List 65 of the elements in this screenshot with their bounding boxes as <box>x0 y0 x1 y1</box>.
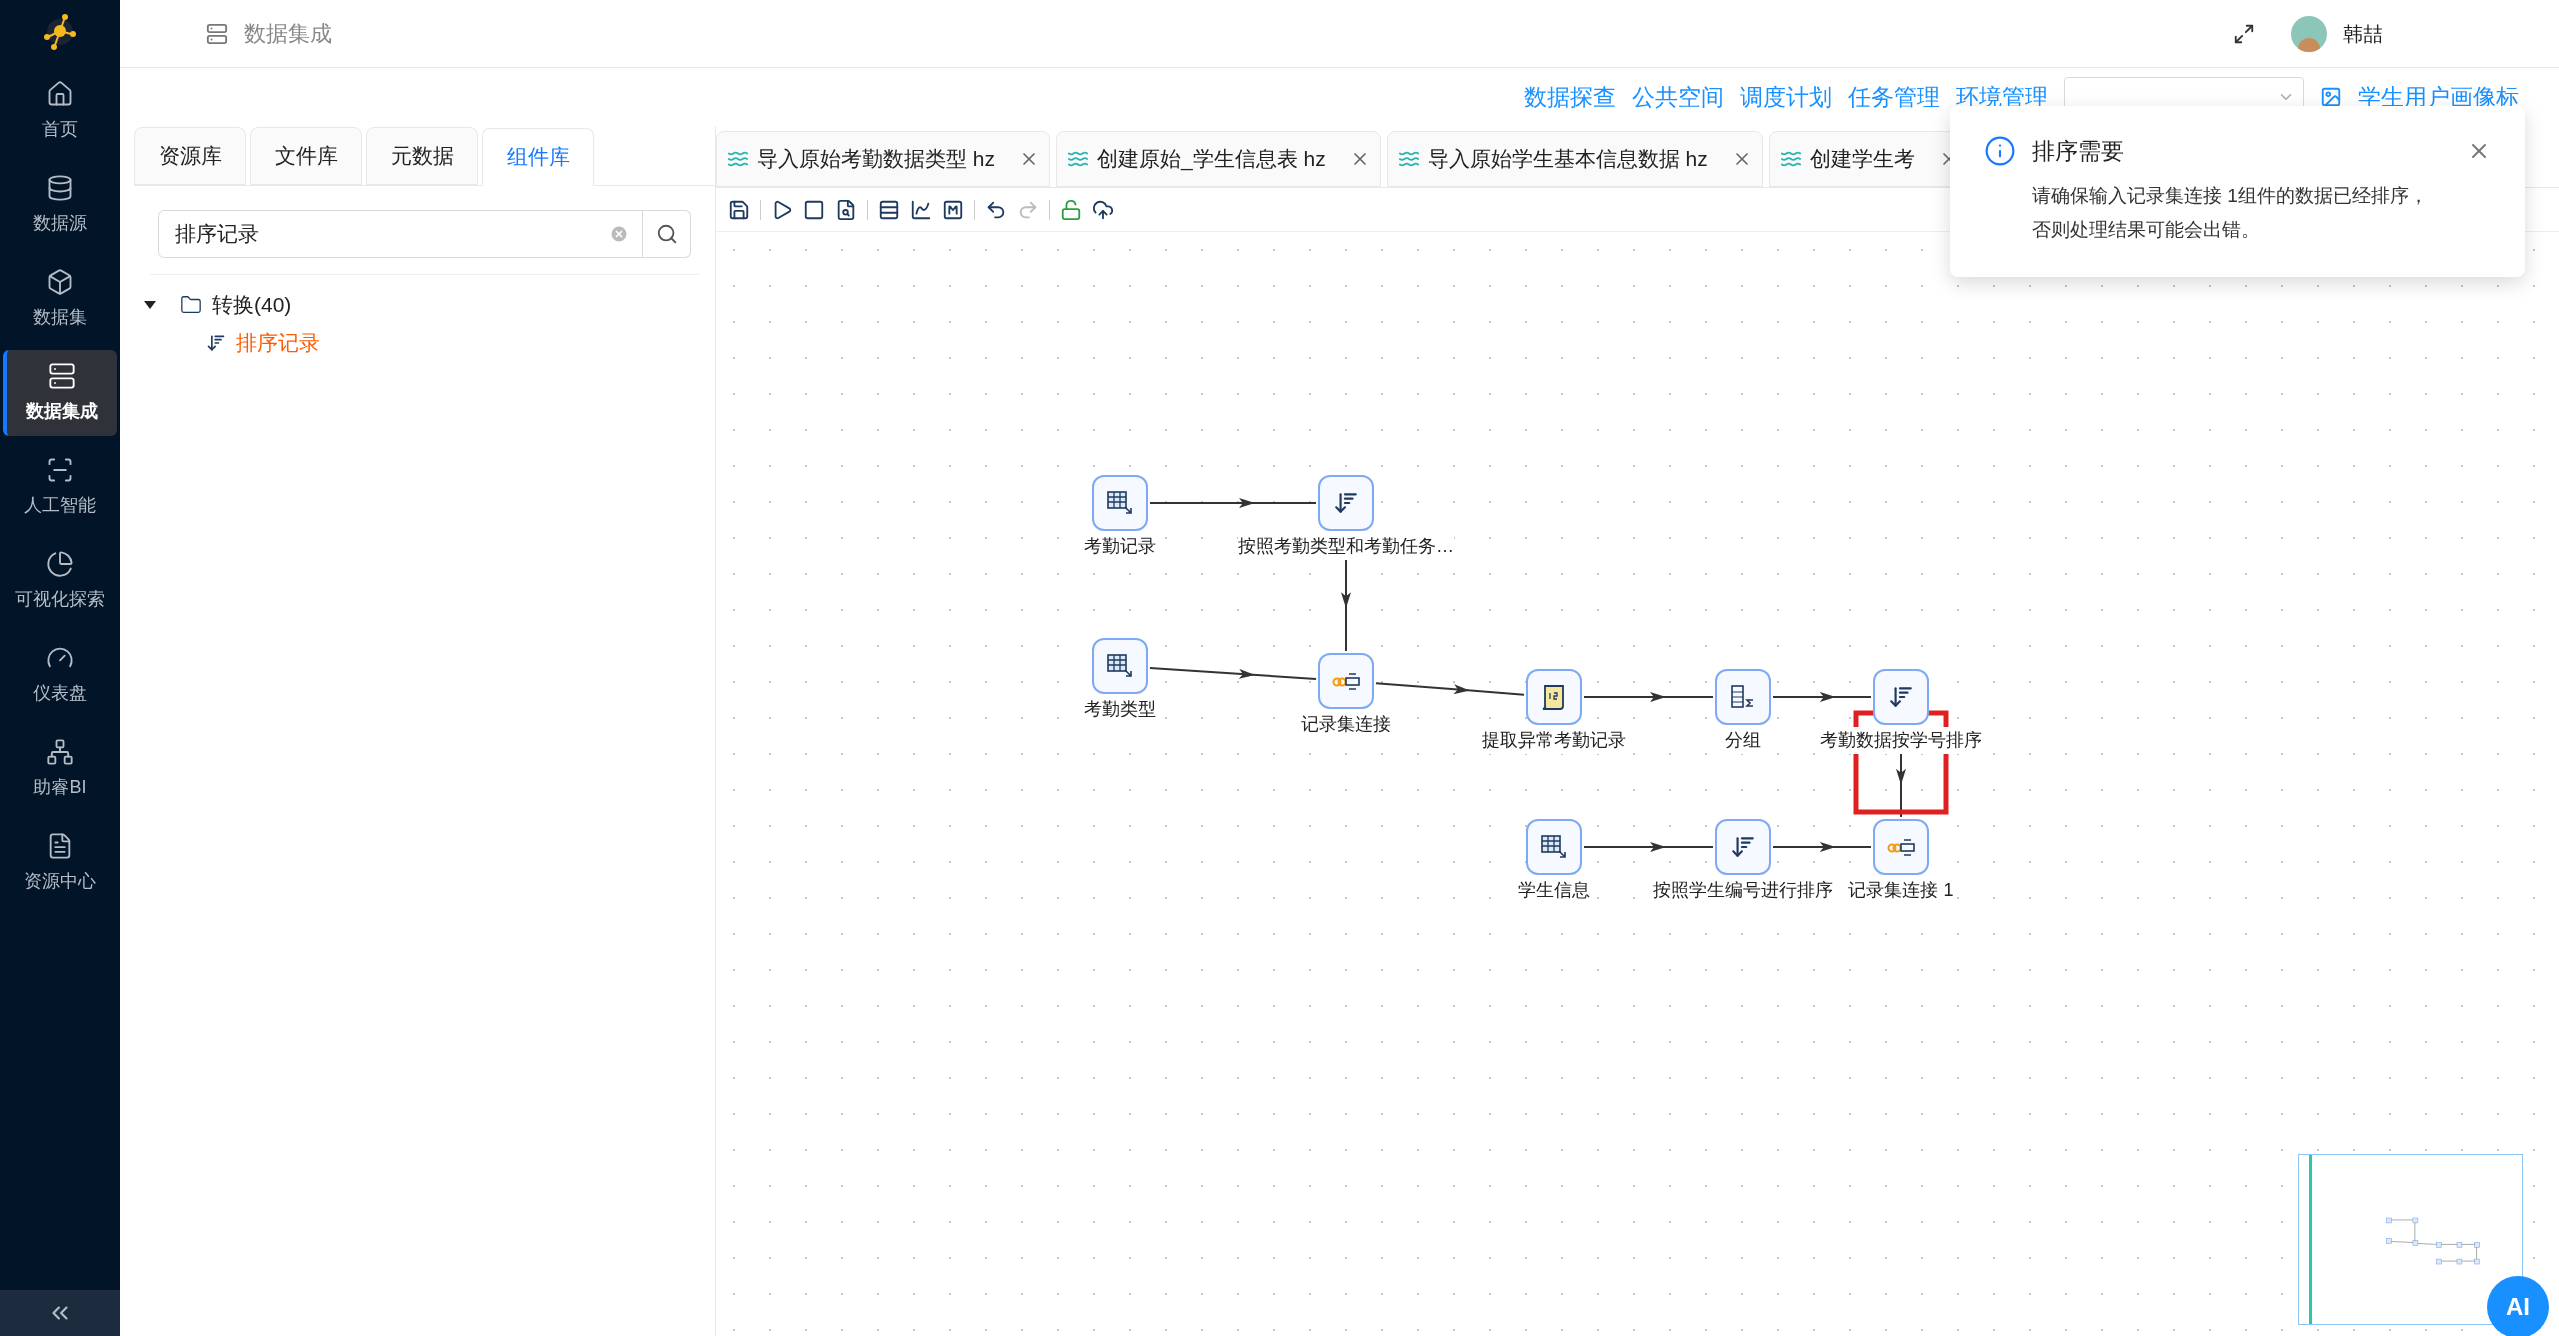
table-icon <box>1106 489 1134 517</box>
server-icon <box>206 22 228 45</box>
database-icon <box>46 173 74 202</box>
flow-node[interactable] <box>1092 475 1148 531</box>
stop-icon[interactable] <box>803 198 825 221</box>
flow-node[interactable] <box>1318 475 1374 531</box>
sidebar-item[interactable]: 首页 <box>0 64 120 158</box>
image-icon <box>2320 86 2342 108</box>
tree-node[interactable]: 转换(40) <box>134 287 715 323</box>
preview-icon[interactable] <box>835 198 857 221</box>
search-button[interactable] <box>643 210 691 258</box>
node-label: 按照考勤类型和考勤任务… <box>1238 533 1454 560</box>
editor-tab[interactable]: 创建原始_学生信息表 hz <box>1056 131 1381 187</box>
flow-node[interactable] <box>1526 819 1582 875</box>
editor-tab[interactable]: 导入原始考勤数据类型 hz <box>716 131 1050 187</box>
user-name[interactable]: 韩喆 <box>2343 18 2383 49</box>
sidebar-item[interactable]: 仪表盘 <box>0 628 120 722</box>
sort-icon <box>206 333 226 353</box>
flow-node[interactable] <box>1318 653 1374 709</box>
flow-node[interactable] <box>1092 638 1148 694</box>
node-label: 考勤数据按学号排序 <box>1820 727 1982 754</box>
fullscreen-icon[interactable] <box>2233 22 2255 45</box>
flow-node[interactable] <box>1873 819 1929 875</box>
sort-icon <box>1888 684 1914 710</box>
sidebar-item[interactable]: 数据集成 <box>3 350 117 436</box>
upload-icon[interactable] <box>1092 198 1114 221</box>
notification-message: 请确保输入记录集连接 1组件的数据已经排序， 否则处理结果可能会出错。 <box>2032 183 2429 242</box>
sidebar-item[interactable]: 数据集 <box>0 252 120 346</box>
flow-node[interactable] <box>1873 669 1929 725</box>
flow-node[interactable] <box>1715 669 1771 725</box>
save-icon[interactable] <box>728 198 750 221</box>
editor-tab[interactable]: 导入原始学生基本信息数据 hz <box>1386 131 1763 187</box>
sidebar-item[interactable]: 可视化探索 <box>0 534 120 628</box>
info-icon <box>1984 135 2016 168</box>
table-icon <box>1540 833 1568 861</box>
flow-node[interactable] <box>1526 669 1582 725</box>
notification-title: 排序需要 <box>2032 137 2124 166</box>
search-icon <box>655 223 678 245</box>
panel-tab[interactable]: 元数据 <box>366 127 478 185</box>
sidebar-item[interactable]: 人工智能 <box>0 440 120 534</box>
panel-tab[interactable]: 组件库 <box>482 128 594 186</box>
network-icon <box>46 737 74 766</box>
sort-icon <box>1333 490 1359 516</box>
table-icon <box>1106 652 1134 680</box>
m-square-icon[interactable] <box>942 198 964 221</box>
panel-tab[interactable]: 文件库 <box>250 127 362 185</box>
caret-icon[interactable] <box>144 301 156 309</box>
page-title: 数据集成 <box>244 20 332 48</box>
sidebar-item[interactable]: 资源中心 <box>0 816 120 910</box>
unlock-icon[interactable] <box>1060 198 1082 221</box>
tree-label: 转换(40) <box>212 292 292 319</box>
server-icon <box>48 361 76 390</box>
sidebar-item[interactable]: 数据源 <box>0 158 120 252</box>
sort-icon <box>1730 834 1756 860</box>
folder-icon <box>180 294 202 316</box>
cube-icon <box>46 267 74 296</box>
flow-node[interactable] <box>1715 819 1771 875</box>
user-avatar[interactable] <box>2291 15 2327 52</box>
chart-icon[interactable] <box>910 198 932 221</box>
panel-tab[interactable]: 资源库 <box>134 127 246 185</box>
search-field[interactable]: 排序记录 <box>158 210 643 258</box>
pie-icon <box>46 549 74 578</box>
rows-icon[interactable] <box>878 198 900 221</box>
sidebar-item[interactable]: 助睿BI <box>0 722 120 816</box>
home-icon <box>46 79 74 108</box>
